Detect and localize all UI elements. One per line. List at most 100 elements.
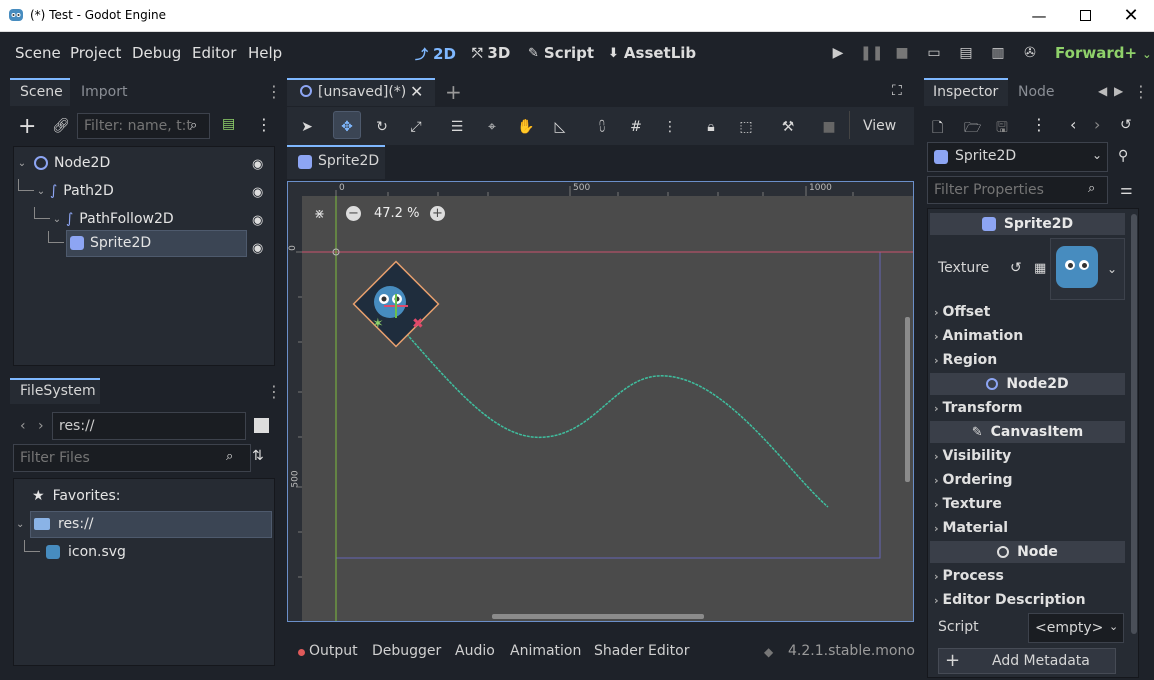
forward-button[interactable]: ›	[38, 418, 44, 434]
tree-node-sprite2d[interactable]: Sprite2D	[14, 231, 274, 255]
dock-menu-icon[interactable]: ⋮	[1133, 82, 1149, 101]
tab-debugger[interactable]: Debugger	[372, 643, 441, 659]
dock-menu-icon[interactable]: ⋮	[266, 82, 282, 101]
list-select-button[interactable]: ☰	[446, 117, 468, 137]
stop-button[interactable]: ■	[892, 45, 912, 63]
menu-help[interactable]: Help	[248, 44, 282, 62]
visibility-eye-icon[interactable]: ◉	[252, 157, 263, 172]
filter-properties-input[interactable]	[927, 176, 1108, 204]
camera-override-button[interactable]: ■	[818, 117, 840, 137]
lock-button[interactable]: 🔒︎	[700, 117, 722, 137]
dock-menu-icon[interactable]: ⋮	[266, 382, 282, 401]
dock-next-icon[interactable]: ▶	[1114, 84, 1123, 98]
play-custom-scene-button[interactable]: ▥	[988, 45, 1008, 63]
close-tab-button[interactable]: ✕	[410, 82, 423, 101]
play-scene-button[interactable]: ▤	[956, 45, 976, 63]
zoom-in-button[interactable]: +	[430, 206, 445, 221]
script-picker[interactable]: <empty> ⌄	[1028, 613, 1124, 643]
pivot-tool-button[interactable]: ⌖	[481, 117, 503, 137]
tab-import[interactable]: Import	[81, 84, 127, 100]
mode-assetlib-button[interactable]: ⬇ AssetLib	[608, 44, 696, 62]
tab-animation[interactable]: Animation	[510, 643, 581, 659]
select-tool-button[interactable]: ➤	[296, 117, 318, 137]
menu-scene[interactable]: Scene	[15, 44, 61, 62]
tree-node-pathfollow2d[interactable]: ⌄ ∫ PathFollow2D	[14, 207, 274, 231]
menu-editor[interactable]: Editor	[192, 44, 236, 62]
new-resource-button[interactable]: 🗋︎	[932, 117, 943, 141]
add-metadata-button[interactable]: + Add Metadata	[938, 648, 1116, 674]
prop-editor-description[interactable]: › Editor Description	[934, 589, 1124, 611]
rotate-tool-button[interactable]: ↻	[371, 117, 393, 137]
prop-ordering[interactable]: › Ordering	[934, 469, 1124, 491]
history-forward-button[interactable]: ›	[1094, 115, 1100, 134]
res-folder-row[interactable]: ⌄ res://	[16, 512, 94, 536]
prop-material[interactable]: › Material	[934, 517, 1124, 539]
add-node-button[interactable]: +	[18, 116, 36, 138]
canvas-viewport[interactable]: ✶ ✖ 0 500 1000 0 500 ⋇ − 47.2 % +	[287, 181, 914, 622]
menu-project[interactable]: Project	[70, 44, 121, 62]
attach-script-button[interactable]: ▤	[222, 116, 235, 132]
sort-button[interactable]: ⇅	[252, 448, 264, 464]
resource-more-icon[interactable]: ⋮	[1031, 115, 1047, 134]
zoom-level[interactable]: 47.2 %	[374, 206, 419, 221]
tab-audio[interactable]: Audio	[455, 643, 495, 659]
maximize-button[interactable]	[1062, 0, 1108, 31]
smart-snap-button[interactable]: ⩇	[591, 117, 613, 137]
play-button[interactable]: ▶	[828, 45, 848, 63]
tab-scene[interactable]: Scene	[20, 84, 63, 100]
path-input[interactable]	[52, 412, 246, 440]
mode-3d-button[interactable]: ⤲ 3D	[472, 44, 510, 62]
remote-debug-button[interactable]: ▭	[924, 45, 944, 63]
dock-prev-icon[interactable]: ◀	[1098, 84, 1107, 98]
move-tool-button[interactable]: ✥	[336, 117, 358, 137]
center-view-button[interactable]: ⋇	[314, 207, 325, 222]
prop-texture[interactable]: › Texture	[934, 493, 1124, 515]
movie-maker-button[interactable]: ✇	[1020, 45, 1040, 63]
renderer-select[interactable]: Forward+ ⌄	[1055, 44, 1151, 62]
instance-scene-button[interactable]: 🔗︎	[52, 118, 70, 134]
favorites-row[interactable]: ★ Favorites:	[32, 484, 121, 508]
view-menu[interactable]: View	[863, 118, 896, 134]
tab-shader-editor[interactable]: Shader Editor	[594, 643, 689, 659]
skeleton-button[interactable]: ⚒	[777, 117, 799, 137]
pan-tool-button[interactable]: ✋	[515, 117, 537, 137]
new-scene-tab-button[interactable]: +	[445, 80, 462, 104]
zoom-out-button[interactable]: −	[346, 206, 361, 221]
chevron-down-icon[interactable]: ⌄	[1107, 262, 1117, 276]
file-row-icon-svg[interactable]: icon.svg	[24, 540, 126, 564]
prop-process[interactable]: › Process	[934, 565, 1124, 587]
prop-animation[interactable]: › Animation	[934, 325, 1124, 347]
visibility-eye-icon[interactable]: ◉	[252, 241, 263, 256]
open-resource-button[interactable]: 🗁︎	[964, 117, 981, 141]
scene-more-icon[interactable]: ⋮	[256, 115, 272, 134]
ruler-tool-button[interactable]: ◺	[549, 117, 571, 137]
mode-2d-button[interactable]: ⤴ 2D	[415, 44, 456, 64]
prop-offset[interactable]: › Offset	[934, 301, 1124, 323]
prop-visibility[interactable]: › Visibility	[934, 445, 1124, 467]
visibility-eye-icon[interactable]: ◉	[252, 185, 263, 200]
node-docs-button[interactable]: ⚲	[1118, 148, 1128, 164]
prop-region[interactable]: › Region	[934, 349, 1124, 371]
revert-button[interactable]: ↺	[1010, 260, 1022, 276]
save-resource-button[interactable]: 🖫︎	[996, 117, 1008, 141]
property-options-button[interactable]: ⚌	[1120, 182, 1133, 198]
back-button[interactable]: ‹	[20, 418, 26, 434]
scale-tool-button[interactable]: ⤢	[405, 117, 427, 137]
tab-node[interactable]: Node	[1018, 84, 1055, 100]
tab-output[interactable]: Output	[309, 643, 358, 659]
tab-filesystem[interactable]: FileSystem	[20, 383, 96, 399]
split-mode-icon[interactable]	[254, 418, 269, 433]
pause-button[interactable]: ❚❚	[860, 45, 883, 63]
distraction-free-button[interactable]: ⛶	[892, 83, 902, 99]
object-selector[interactable]: Sprite2D ⌄	[927, 142, 1108, 172]
history-back-button[interactable]: ‹	[1070, 115, 1076, 134]
snap-options-button[interactable]: ⋮	[659, 117, 681, 137]
visibility-eye-icon[interactable]: ◉	[252, 213, 263, 228]
prop-transform[interactable]: › Transform	[934, 397, 1124, 419]
minimize-button[interactable]: —	[1016, 0, 1062, 31]
close-window-button[interactable]: ✕	[1108, 0, 1154, 31]
mode-script-button[interactable]: ✎ Script	[528, 44, 594, 62]
inspector-scrollbar[interactable]	[1131, 214, 1137, 634]
menu-debug[interactable]: Debug	[132, 44, 181, 62]
tree-node-path2d[interactable]: ⌄ ∫ Path2D	[14, 179, 274, 203]
